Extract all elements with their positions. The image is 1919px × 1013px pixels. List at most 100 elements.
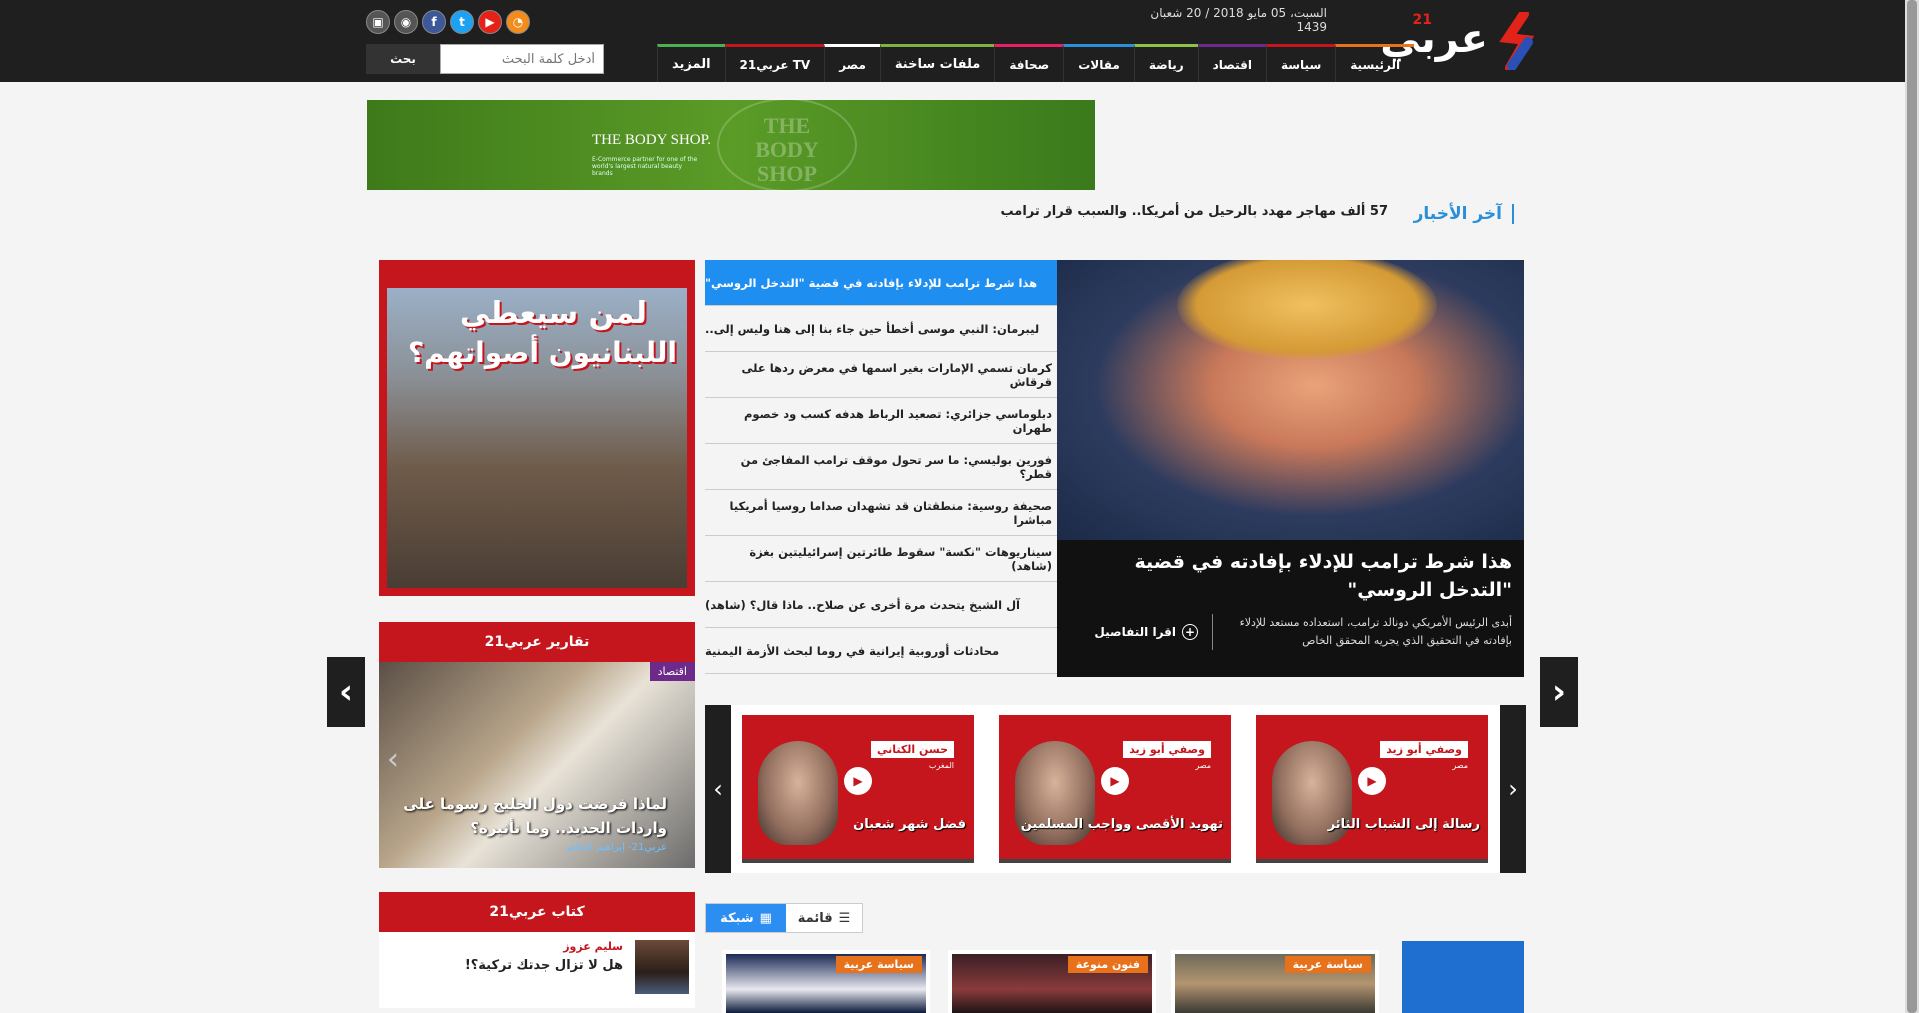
search-bar: بحث [366,44,606,74]
latest-news-link[interactable]: 57 ألف مهاجر مهدد بالرحيل من أمريكا.. وا… [1001,204,1388,219]
video-caption: فضل شهر شعبان [853,817,966,832]
speaker-country: مصر [1195,761,1211,770]
headline-item[interactable]: محادثات أوروبية إيرانية في روما لبحث الأ… [705,628,1057,674]
promo-line: لمن سيعطي [459,296,647,331]
report-card[interactable]: اقتصاد ‹ لماذا فرضت دول الخليج رسوما على… [379,662,695,868]
article-card[interactable]: سياسة عربية [722,950,930,1013]
latest-news-ticker: آخر الأخبار 57 ألف مهاجر مهدد بالرحيل من… [1001,200,1514,230]
article-card[interactable]: فنون منوعة [948,950,1156,1013]
category-badge[interactable]: سياسة عربية [1284,956,1371,973]
promo-line: اللبنانيون أصواتهم؟ [407,336,677,369]
nav-item-home[interactable]: الرئيسية [1335,44,1415,82]
social-icons: ▣ ◉ f t ▶ ◔ [366,10,530,34]
nav-item-label: ملفات ساخنة [894,57,981,72]
ad-tagline: E-Commerce partner for one of the world'… [592,156,698,177]
read-more-button[interactable]: + اقرا التفاصيل [1094,624,1212,640]
camera-icon[interactable]: ◉ [394,10,418,34]
article-card[interactable]: سياسة عربية [1171,950,1379,1013]
speaker-country: المغرب [928,761,954,770]
play-icon[interactable]: ▶ [1101,767,1129,795]
carousel-next-button[interactable]: › [1540,657,1578,727]
scrollbar-thumb[interactable] [1907,0,1917,1013]
headline-item[interactable]: دبلوماسي جزائري: تصعيد الرباط هدفه كسب و… [705,398,1057,444]
speaker-name: وصفي أبو زيد [1380,741,1468,758]
video-carousel: ‹ › ▶ حسن الكتاني المغرب فضل شهر شعبان ▶… [705,705,1526,873]
list-view-button[interactable]: قائمة ☰ [786,904,862,932]
video-caption: رسالة إلى الشباب الثائر [1327,817,1480,832]
rss-icon[interactable]: ◔ [506,10,530,34]
play-icon[interactable]: ▶ [1358,767,1386,795]
video-card[interactable]: ▶ وصفي أبو زيد مصر تهويد الأقصى وواجب ال… [999,715,1231,863]
nav-item-label: المزيد [672,57,711,72]
banner-ad[interactable]: THE BODY SHOP. E-Commerce partner for on… [367,98,1095,192]
report-byline: عربي21- إبراهيم الطاهر [565,842,667,853]
nav-item-more[interactable]: المزيد [657,44,725,82]
featured-caption: هذا شرط ترامب للإدلاء بإفادته في قضية "ا… [1057,540,1524,677]
category-badge[interactable]: سياسة عربية [835,956,922,973]
carousel-prev-button[interactable]: ‹ [327,657,365,727]
nav-item-label: سياسة [1280,57,1322,72]
speaker-name: حسن الكتاني [870,741,954,758]
chevron-left-icon[interactable]: ‹ [387,742,399,777]
nav-item-label: الرئيسية [1350,57,1401,72]
featured-title[interactable]: هذا شرط ترامب للإدلاء بإفادته في قضية "ا… [1069,548,1512,604]
read-more-label: اقرا التفاصيل [1094,625,1176,639]
speaker-country: مصر [1452,761,1468,770]
list-icon: ☰ [838,910,851,926]
nav-item-tv[interactable]: عربي21 TV [724,44,825,82]
nav-item-economy[interactable]: اقتصاد [1197,44,1266,82]
view-toggle: شبكة ▦ قائمة ☰ [705,903,863,933]
headline-item[interactable]: فورين بوليسي: ما سر تحول موقف ترامب المف… [705,444,1057,490]
headline-item[interactable]: سيناريوهات "نكسة" سقوط طائرتين إسرائيليت… [705,536,1057,582]
nav-item-press[interactable]: صحافة [994,44,1064,82]
writers-heading[interactable]: كتاب عربي21 [379,892,695,932]
reports-heading[interactable]: تقارير عربي21 [379,622,695,662]
video-next-button[interactable]: › [1500,705,1526,873]
nav-item-articles[interactable]: مقالات [1063,44,1134,82]
list-label: قائمة [797,910,833,926]
facebook-icon[interactable]: f [422,10,446,34]
youtube-icon[interactable]: ▶ [478,10,502,34]
lebanon-elections-promo[interactable]: لمن سيعطي اللبنانيون أصواتهم؟ [379,260,695,596]
ad-logo-line: BODY [755,137,819,162]
latest-news-label: آخر الأخبار [1414,204,1514,224]
reports-section: تقارير عربي21 اقتصاد ‹ لماذا فرضت دول ال… [379,622,695,868]
tv-icon[interactable]: ▣ [366,10,390,34]
nav-item-hot-files[interactable]: ملفات ساخنة [879,44,995,82]
site-logo[interactable]: 21 عربي [1380,12,1540,70]
twitter-icon[interactable]: t [450,10,474,34]
search-button[interactable]: بحث [366,44,440,74]
nav-item-egypt[interactable]: مصر [824,44,880,82]
featured-story[interactable]: هذا شرط ترامب للإدلاء بإفادته في قضية "ا… [1057,260,1524,677]
category-badge[interactable]: اقتصاد [649,662,695,681]
sidebar-ad[interactable] [1402,941,1524,1013]
report-title[interactable]: لماذا فرضت دول الخليج رسوما على واردات ا… [379,792,667,840]
ad-logo-line: THE [763,113,811,138]
article-image: فنون منوعة [952,954,1152,1013]
video-prev-button[interactable]: ‹ [705,705,731,873]
page-scrollbar[interactable] [1905,0,1919,1013]
headline-item[interactable]: هذا شرط ترامب للإدلاء بإفادته في قضية "ا… [705,260,1057,306]
ad-logo: THE BODY SHOP [717,98,857,192]
headline-item[interactable]: كرمان تسمي الإمارات بغير اسمها في معرض ر… [705,352,1057,398]
category-badge[interactable]: فنون منوعة [1067,956,1148,973]
nav-item-label: مقالات [1078,57,1120,72]
article-image: سياسة عربية [1175,954,1375,1013]
play-icon[interactable]: ▶ [844,767,872,795]
plus-circle-icon: + [1182,624,1198,640]
grid-view-button[interactable]: شبكة ▦ [706,904,786,932]
video-card[interactable]: ▶ وصفي أبو زيد مصر رسالة إلى الشباب الثا… [1256,715,1488,863]
headline-item[interactable]: ليبرمان: النبي موسى أخطأ حين جاء بنا إلى… [705,306,1057,352]
headline-item[interactable]: آل الشيخ يتحدث مرة أخرى عن صلاح.. ماذا ق… [705,582,1057,628]
writer-article-title[interactable]: هل لا تزال جدتك تركية؟! [465,958,623,973]
nav-item-label: صحافة [1009,57,1050,72]
nav-item-sports[interactable]: رياضة [1133,44,1198,82]
video-card[interactable]: ▶ حسن الكتاني المغرب فضل شهر شعبان [742,715,974,863]
headline-list: هذا شرط ترامب للإدلاء بإفادته في قضية "ا… [705,260,1057,677]
headline-item[interactable]: صحيفة روسية: منطقتان قد تشهدان صداما روس… [705,490,1057,536]
nav-item-politics[interactable]: سياسة [1265,44,1336,82]
grid-label: شبكة [720,910,754,926]
writer-name[interactable]: سليم عزوز [563,940,623,953]
search-input[interactable] [440,44,604,74]
writer-item[interactable]: سليم عزوز هل لا تزال جدتك تركية؟! [379,932,695,1008]
